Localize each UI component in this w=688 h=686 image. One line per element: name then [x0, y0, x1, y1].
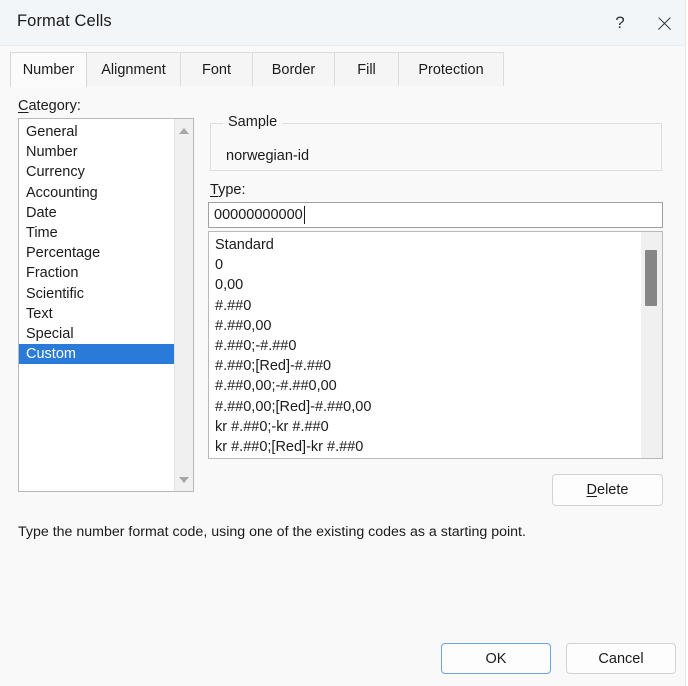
- tab-number[interactable]: Number: [10, 52, 87, 87]
- type-label-rest: ype:: [218, 182, 246, 198]
- category-item-percentage[interactable]: Percentage: [19, 243, 175, 263]
- sample-value: norwegian-id: [226, 148, 310, 164]
- category-item-date[interactable]: Date: [19, 203, 175, 223]
- list-item[interactable]: 0,00: [209, 275, 642, 295]
- list-item[interactable]: #.##0;-#.##0: [209, 336, 642, 356]
- category-list[interactable]: General Number Currency Accounting Date …: [18, 118, 194, 492]
- list-item[interactable]: 0: [209, 255, 642, 275]
- close-button[interactable]: [642, 0, 686, 46]
- category-item-text[interactable]: Text: [19, 304, 175, 324]
- format-list-scrollbar[interactable]: [641, 232, 662, 458]
- type-accelerator: T: [210, 182, 219, 198]
- title-bar: Format Cells ?: [0, 0, 688, 46]
- tab-alignment[interactable]: Alignment: [86, 52, 181, 86]
- category-item-scientific[interactable]: Scientific: [19, 284, 175, 304]
- category-item-accounting[interactable]: Accounting: [19, 183, 175, 203]
- list-item[interactable]: kr #.##0,00;-kr #.##0,00: [209, 457, 642, 458]
- close-icon: [656, 15, 673, 32]
- ok-button-label: OK: [485, 650, 507, 667]
- category-label-rest: ategory:: [28, 98, 81, 114]
- tab-protection-label: Protection: [418, 61, 484, 78]
- tab-border[interactable]: Border: [252, 52, 335, 86]
- category-item-number[interactable]: Number: [19, 142, 175, 162]
- list-item[interactable]: Standard: [209, 235, 642, 255]
- type-label: Type:: [210, 182, 245, 198]
- delete-accelerator: D: [586, 482, 598, 498]
- list-item[interactable]: #.##0;[Red]-#.##0: [209, 356, 642, 376]
- tab-strip: Number Alignment Font Border Fill Protec…: [0, 52, 688, 87]
- scroll-down-icon[interactable]: [175, 470, 193, 489]
- help-button[interactable]: ?: [598, 0, 642, 46]
- category-label: Category:: [18, 98, 81, 114]
- format-code-list-items: Standard 0 0,00 #.##0 #.##0,00 #.##0;-#.…: [209, 232, 642, 458]
- question-mark-icon: ?: [615, 13, 625, 32]
- tab-font[interactable]: Font: [180, 52, 253, 86]
- sample-legend: Sample: [223, 114, 283, 130]
- list-item[interactable]: #.##0,00;[Red]-#.##0,00: [209, 397, 642, 417]
- ok-button[interactable]: OK: [441, 643, 551, 674]
- window-title: Format Cells: [17, 12, 112, 30]
- delete-button[interactable]: Delete: [552, 474, 663, 506]
- tab-number-label: Number: [22, 62, 75, 78]
- category-item-time[interactable]: Time: [19, 223, 175, 243]
- list-item[interactable]: kr #.##0;-kr #.##0: [209, 417, 642, 437]
- tab-fill[interactable]: Fill: [334, 52, 399, 86]
- list-item[interactable]: #.##0,00;-#.##0,00: [209, 376, 642, 396]
- list-item[interactable]: #.##0: [209, 296, 642, 316]
- category-item-special[interactable]: Special: [19, 324, 175, 344]
- category-list-items: General Number Currency Accounting Date …: [19, 119, 175, 365]
- tab-fill-label: Fill: [357, 61, 376, 78]
- category-item-fraction[interactable]: Fraction: [19, 263, 175, 283]
- tab-alignment-label: Alignment: [101, 61, 166, 78]
- category-item-currency[interactable]: Currency: [19, 162, 175, 182]
- list-item[interactable]: kr #.##0;[Red]-kr #.##0: [209, 437, 642, 457]
- cancel-button[interactable]: Cancel: [566, 643, 676, 674]
- delete-button-label: Delete: [586, 482, 629, 498]
- cancel-button-label: Cancel: [598, 650, 644, 667]
- category-item-general[interactable]: General: [19, 122, 175, 142]
- tab-border-label: Border: [271, 61, 316, 78]
- tab-protection[interactable]: Protection: [398, 52, 504, 86]
- category-item-custom[interactable]: Custom: [19, 344, 175, 365]
- list-item[interactable]: #.##0,00: [209, 316, 642, 336]
- format-code-list[interactable]: Standard 0 0,00 #.##0 #.##0,00 #.##0;-#.…: [208, 231, 663, 459]
- help-description: Type the number format code, using one o…: [18, 524, 526, 540]
- category-scrollbar[interactable]: [174, 119, 193, 491]
- type-input[interactable]: [208, 202, 663, 228]
- text-cursor: [304, 206, 306, 224]
- scrollbar-thumb[interactable]: [645, 250, 657, 306]
- tab-font-label: Font: [201, 61, 231, 78]
- scroll-up-icon[interactable]: [175, 121, 193, 140]
- category-accelerator: C: [18, 98, 29, 114]
